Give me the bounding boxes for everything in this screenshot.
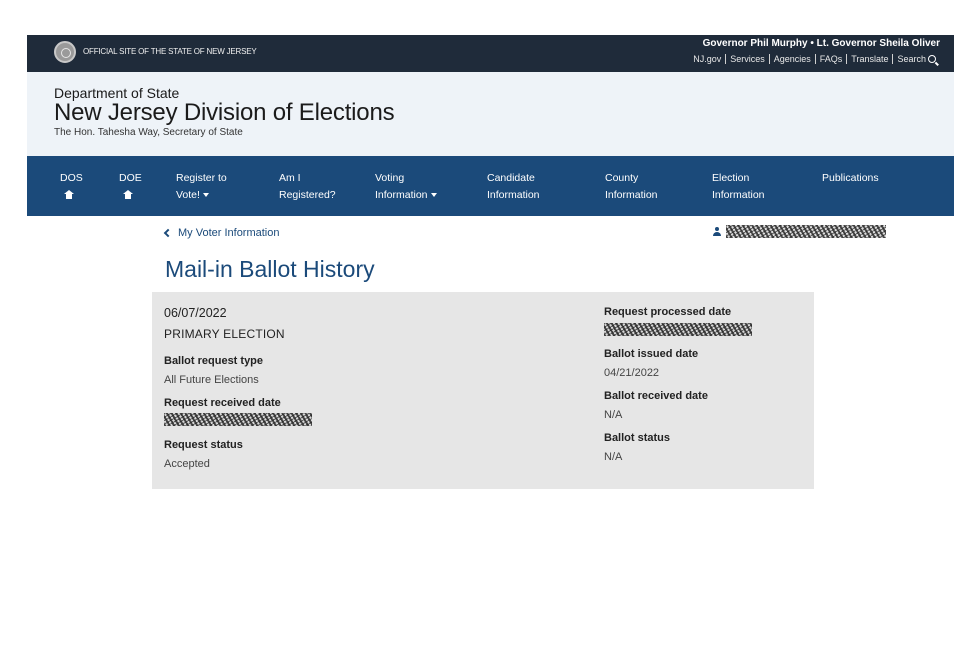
nav-label: County bbox=[605, 172, 639, 184]
nav-label: Register to bbox=[176, 172, 227, 184]
utility-links: NJ.gov Services Agencies FAQs Translate … bbox=[689, 54, 940, 64]
request-status-value: Accepted bbox=[164, 458, 210, 470]
nav-item-county-info[interactable]: County Information bbox=[605, 170, 658, 204]
request-received-value bbox=[164, 413, 312, 431]
nav-label: Information bbox=[605, 189, 658, 201]
link-translate[interactable]: Translate bbox=[847, 54, 894, 64]
search-link[interactable]: Search bbox=[893, 54, 940, 64]
nav-item-publications[interactable]: Publications bbox=[822, 170, 879, 187]
official-site-bar: Official Site of the State of New Jersey… bbox=[27, 35, 954, 72]
link-agencies[interactable]: Agencies bbox=[770, 54, 816, 64]
nav-item-register[interactable]: Register to Vote! bbox=[176, 170, 227, 204]
caret-down-icon bbox=[202, 193, 209, 198]
ballot-received-label: Ballot received date bbox=[604, 390, 708, 402]
site-header: Department of State New Jersey Division … bbox=[27, 72, 954, 156]
nav-item-election-info[interactable]: Election Information bbox=[712, 170, 765, 204]
redacted-date bbox=[604, 323, 752, 336]
back-to-voter-info-link[interactable]: My Voter Information bbox=[163, 227, 280, 239]
search-label: Search bbox=[897, 54, 926, 64]
request-processed-label: Request processed date bbox=[604, 306, 732, 318]
link-faqs[interactable]: FAQs bbox=[816, 54, 848, 64]
back-link-label: My Voter Information bbox=[178, 227, 280, 239]
home-icon bbox=[123, 190, 133, 199]
search-icon bbox=[928, 55, 936, 63]
redacted-user-name bbox=[726, 225, 886, 238]
official-site-text: Official Site of the State of New Jersey bbox=[83, 47, 257, 56]
nav-label: Vote! bbox=[176, 189, 200, 201]
state-seal-icon bbox=[54, 41, 76, 63]
governor-line: Governor Phil Murphy • Lt. Governor Shei… bbox=[702, 38, 940, 49]
nav-label: DOE bbox=[119, 172, 142, 184]
nav-label: Candidate bbox=[487, 172, 535, 184]
division-title[interactable]: New Jersey Division of Elections bbox=[54, 99, 395, 127]
ballot-issued-label: Ballot issued date bbox=[604, 348, 699, 360]
request-status-label: Request status bbox=[164, 439, 243, 451]
ballot-received-value: N/A bbox=[604, 409, 623, 421]
nav-label: Publications bbox=[822, 172, 879, 184]
ballot-issued-value: 04/21/2022 bbox=[604, 367, 660, 379]
nav-label: Information bbox=[375, 189, 428, 201]
ballot-status-label: Ballot status bbox=[604, 432, 671, 444]
nav-item-candidate-info[interactable]: Candidate Information bbox=[487, 170, 540, 204]
user-name-block bbox=[713, 225, 886, 238]
nav-label: DOS bbox=[60, 172, 83, 184]
request-processed-value bbox=[604, 323, 752, 341]
nav-label: Information bbox=[487, 189, 540, 201]
request-type-label: Ballot request type bbox=[164, 355, 264, 367]
page-title: Mail-in Ballot History bbox=[165, 256, 375, 282]
nav-item-voting-info[interactable]: Voting Information bbox=[375, 170, 437, 204]
home-icon bbox=[64, 190, 74, 199]
nav-item-doe[interactable]: DOE bbox=[119, 170, 142, 199]
redacted-date bbox=[164, 413, 312, 426]
nav-label: Information bbox=[712, 189, 765, 201]
nav-item-am-i-registered[interactable]: Am I Registered? bbox=[279, 170, 336, 204]
caret-down-icon bbox=[430, 193, 437, 198]
main-nav: DOS DOE Register to Vote! Am I Registere… bbox=[27, 156, 954, 216]
user-icon bbox=[713, 227, 721, 236]
nav-item-dos[interactable]: DOS bbox=[60, 170, 83, 199]
request-received-label: Request received date bbox=[164, 397, 281, 409]
link-services[interactable]: Services bbox=[726, 54, 770, 64]
chevron-left-icon bbox=[163, 228, 173, 238]
nav-label: Election bbox=[712, 172, 750, 184]
election-name: PRIMARY ELECTION bbox=[164, 327, 285, 341]
request-type-value: All Future Elections bbox=[164, 374, 259, 386]
election-date: 06/07/2022 bbox=[164, 306, 227, 320]
nav-label: Voting bbox=[375, 172, 405, 184]
secretary-line: The Hon. Tahesha Way, Secretary of State bbox=[54, 127, 243, 138]
link-njgov[interactable]: NJ.gov bbox=[689, 54, 727, 64]
ballot-status-value: N/A bbox=[604, 451, 623, 463]
nav-label: Registered? bbox=[279, 189, 336, 201]
ballot-history-card: 06/07/2022 PRIMARY ELECTION Ballot reque… bbox=[152, 292, 814, 489]
nav-label: Am I bbox=[279, 172, 301, 184]
